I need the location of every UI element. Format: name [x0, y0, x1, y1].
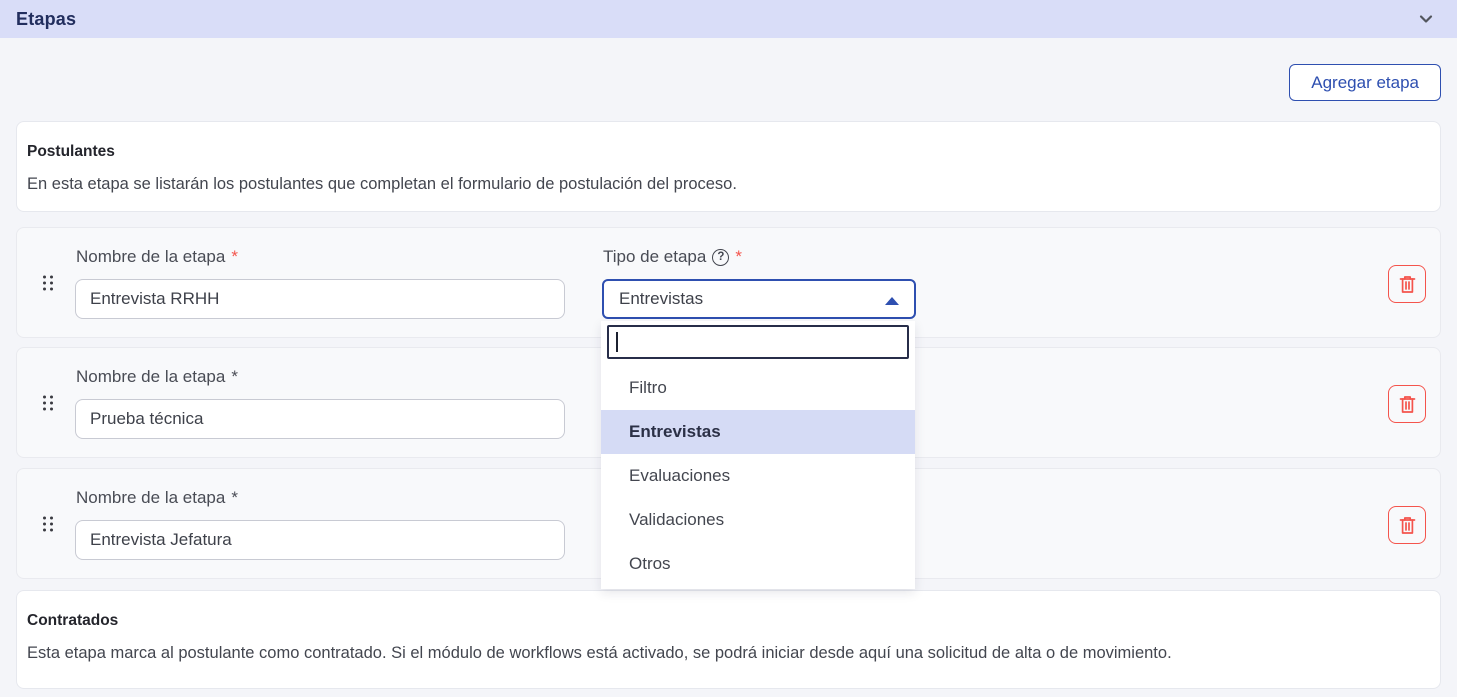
required-asterisk: *	[231, 247, 238, 267]
required-asterisk: *	[735, 247, 742, 267]
dropdown-option-otros[interactable]: Otros	[601, 542, 915, 586]
drag-handle-icon[interactable]	[39, 271, 57, 294]
dropdown-option-entrevistas[interactable]: Entrevistas	[601, 410, 915, 454]
trash-icon	[1399, 516, 1416, 535]
stage-type-select[interactable]: Entrevistas	[602, 279, 916, 319]
contratados-title: Contratados	[27, 612, 1416, 630]
dropdown-search-input[interactable]	[609, 327, 907, 357]
drag-handle-icon[interactable]	[39, 512, 57, 535]
stage-name-label: Nombre de la etapa *	[76, 367, 238, 387]
required-asterisk: *	[231, 367, 238, 387]
stage-name-input[interactable]	[75, 279, 565, 319]
trash-icon	[1399, 395, 1416, 414]
stage-name-label: Nombre de la etapa *	[76, 488, 238, 508]
required-asterisk: *	[231, 488, 238, 508]
dropdown-option-evaluaciones[interactable]: Evaluaciones	[601, 454, 915, 498]
stage-type-dropdown-panel: Filtro Entrevistas Evaluaciones Validaci…	[601, 321, 915, 589]
help-icon[interactable]: ?	[712, 249, 729, 266]
postulantes-title: Postulantes	[27, 143, 1416, 161]
dropdown-search-wrap	[607, 325, 909, 359]
text-cursor	[616, 332, 618, 352]
drag-handle-icon[interactable]	[39, 391, 57, 414]
selected-type-value: Entrevistas	[619, 289, 703, 309]
chevron-down-icon[interactable]	[1417, 10, 1435, 28]
stage-type-label: Tipo de etapa ? *	[603, 247, 742, 267]
postulantes-description: En esta etapa se listarán los postulante…	[27, 175, 1416, 194]
stage-name-label: Nombre de la etapa *	[76, 247, 238, 267]
postulantes-card: Postulantes En esta etapa se listarán lo…	[16, 121, 1441, 212]
trash-icon	[1399, 275, 1416, 294]
contratados-card: Contratados Esta etapa marca al postulan…	[16, 590, 1441, 689]
dropdown-option-filtro[interactable]: Filtro	[601, 366, 915, 410]
dropdown-options-list: Filtro Entrevistas Evaluaciones Validaci…	[601, 366, 915, 586]
caret-up-icon	[885, 297, 899, 305]
etapas-section-header[interactable]: Etapas	[0, 0, 1457, 38]
contratados-description: Esta etapa marca al postulante como cont…	[27, 644, 1416, 663]
section-title: Etapas	[16, 9, 76, 30]
delete-stage-button[interactable]	[1388, 385, 1426, 423]
stage-name-input[interactable]	[75, 520, 565, 560]
delete-stage-button[interactable]	[1388, 265, 1426, 303]
dropdown-option-validaciones[interactable]: Validaciones	[601, 498, 915, 542]
delete-stage-button[interactable]	[1388, 506, 1426, 544]
add-stage-button[interactable]: Agregar etapa	[1289, 64, 1441, 101]
stage-name-input[interactable]	[75, 399, 565, 439]
